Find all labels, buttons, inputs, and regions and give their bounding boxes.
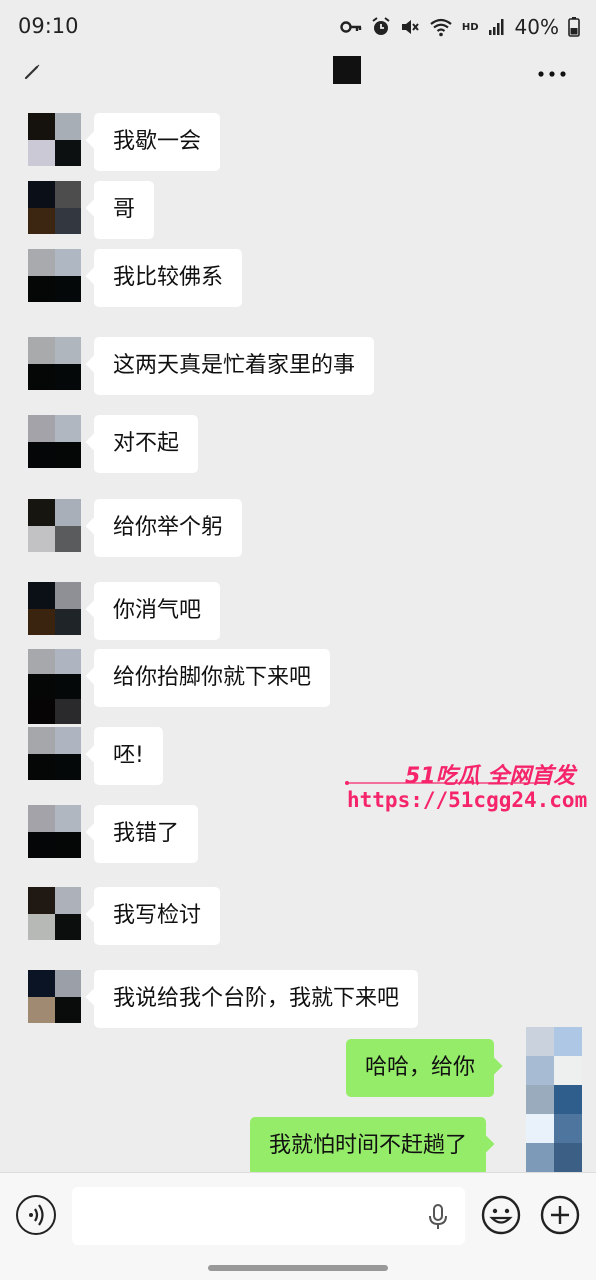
message-row: 对不起 bbox=[0, 415, 596, 473]
watermark-title: 51吃瓜 全网首发 bbox=[405, 764, 576, 789]
signal-icon bbox=[488, 19, 504, 35]
avatar[interactable] bbox=[28, 805, 81, 858]
input-bar bbox=[0, 1172, 596, 1280]
outgoing-message-bubble[interactable]: 哈哈，给你 bbox=[346, 1039, 495, 1097]
wifi-icon bbox=[430, 18, 452, 37]
mute-icon bbox=[401, 20, 419, 34]
message-row: 这两天真是忙着家里的事 bbox=[0, 337, 596, 395]
message-input[interactable] bbox=[72, 1187, 465, 1245]
avatar[interactable] bbox=[28, 582, 81, 635]
chat-title-redacted bbox=[333, 56, 361, 84]
message-row: 我歇一会 bbox=[0, 113, 596, 171]
more-icon[interactable] bbox=[538, 70, 566, 78]
message-row: 我比较佛系 bbox=[0, 249, 596, 307]
edit-icon[interactable] bbox=[22, 60, 44, 82]
avatar[interactable] bbox=[28, 887, 81, 940]
avatar[interactable] bbox=[28, 970, 81, 1023]
hd-icon: HD bbox=[461, 21, 479, 33]
message-row: 你消气吧 bbox=[0, 582, 596, 640]
message-bubble[interactable]: 给你抬脚你就下来吧 bbox=[94, 649, 331, 707]
plus-icon[interactable] bbox=[540, 1195, 580, 1235]
self-avatar[interactable] bbox=[526, 1027, 582, 1172]
status-time: 09:10 bbox=[18, 14, 79, 38]
avatar[interactable] bbox=[28, 499, 81, 552]
avatar[interactable] bbox=[28, 337, 81, 390]
chat-header bbox=[0, 54, 596, 102]
watermark-line bbox=[345, 781, 550, 785]
message-row: 我说给我个台阶，我就下来吧 bbox=[0, 970, 596, 1028]
status-icons: HD 40% bbox=[340, 14, 580, 40]
battery-icon bbox=[568, 17, 580, 37]
message-bubble[interactable]: 我错了 bbox=[94, 805, 199, 863]
message-bubble[interactable]: 你消气吧 bbox=[94, 582, 221, 640]
mic-icon[interactable] bbox=[427, 1203, 449, 1231]
battery-level: 40% bbox=[514, 15, 559, 39]
avatar[interactable] bbox=[28, 113, 81, 166]
emoji-icon[interactable] bbox=[481, 1195, 521, 1235]
message-bubble[interactable]: 我比较佛系 bbox=[94, 249, 243, 307]
key-icon bbox=[340, 21, 362, 33]
message-bubble[interactable]: 给你举个躬 bbox=[94, 499, 243, 557]
alarm-icon bbox=[372, 17, 390, 35]
home-indicator[interactable] bbox=[208, 1265, 388, 1271]
status-bar: 09:10 HD 40% bbox=[0, 0, 596, 54]
avatar[interactable] bbox=[28, 649, 81, 724]
avatar[interactable] bbox=[28, 727, 81, 780]
message-bubble[interactable]: 这两天真是忙着家里的事 bbox=[94, 337, 375, 395]
outgoing-message-bubble[interactable]: 我就怕时间不赶趟了 bbox=[250, 1117, 487, 1172]
chat-message-list[interactable]: 我歇一会 哥 我比较佛系 这两天真是忙着家里的事 对不起 给你举个躬 你消气吧 … bbox=[0, 102, 596, 1172]
message-bubble[interactable]: 呸! bbox=[94, 727, 163, 785]
message-row: 给你抬脚你就下来吧 bbox=[0, 649, 596, 724]
message-row: 给你举个躬 bbox=[0, 499, 596, 557]
voice-icon[interactable] bbox=[16, 1195, 56, 1235]
avatar[interactable] bbox=[28, 249, 81, 302]
message-bubble[interactable]: 对不起 bbox=[94, 415, 199, 473]
watermark-url: https://51cgg24.com bbox=[347, 788, 588, 812]
message-bubble[interactable]: 哥 bbox=[94, 181, 155, 239]
message-bubble[interactable]: 我说给我个台阶，我就下来吧 bbox=[94, 970, 419, 1028]
watermark: 51吃瓜 全网首发 https://51cgg24.com bbox=[345, 758, 587, 820]
avatar[interactable] bbox=[28, 415, 81, 468]
message-bubble[interactable]: 我写检讨 bbox=[94, 887, 221, 945]
message-row: 哥 bbox=[0, 181, 596, 239]
avatar[interactable] bbox=[28, 181, 81, 234]
message-bubble[interactable]: 我歇一会 bbox=[94, 113, 221, 171]
message-row: 我写检讨 bbox=[0, 887, 596, 945]
